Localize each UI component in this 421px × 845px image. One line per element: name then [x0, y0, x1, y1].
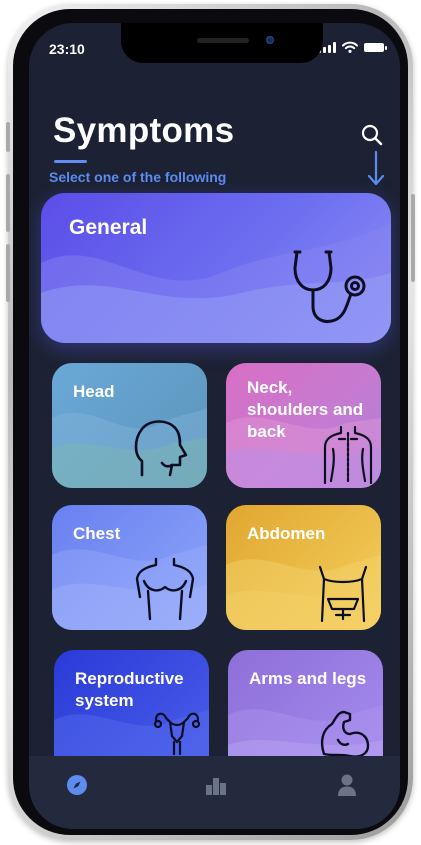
profile-icon [338, 774, 356, 796]
camera [266, 36, 274, 44]
phone-frame: 23:10 Symptoms Select one of the followi… [6, 4, 415, 840]
back-icon [323, 425, 373, 485]
category-label: Chest [73, 524, 121, 543]
power-button [411, 194, 415, 282]
abdomen-icon [318, 565, 368, 623]
category-card-neck-shoulders-back[interactable]: Neck, shoulders and back [226, 363, 381, 488]
chest-icon [135, 557, 195, 621]
category-card-head[interactable]: Head [52, 363, 207, 488]
title-underline [54, 160, 87, 163]
stethoscope-icon [293, 250, 366, 323]
flexed-arm-icon [320, 710, 370, 758]
speaker [197, 38, 249, 43]
category-label: General [69, 216, 148, 239]
tab-profile[interactable] [332, 770, 362, 800]
page-subtitle: Select one of the following [49, 169, 227, 185]
category-label: Head [73, 382, 115, 401]
status-time: 23:10 [49, 41, 85, 57]
volume-down-button [6, 244, 10, 302]
arrow-down-icon [367, 150, 385, 186]
app-screen: 23:10 Symptoms Select one of the followi… [29, 23, 400, 829]
head-profile-icon [134, 420, 188, 477]
category-label: Arms and legs [249, 669, 367, 688]
mute-switch [6, 122, 10, 152]
category-label: Abdomen [247, 524, 326, 543]
bar-chart-icon [206, 778, 226, 795]
status-icons [318, 41, 387, 53]
volume-up-button [6, 174, 10, 232]
battery-icon [364, 42, 387, 52]
search-icon[interactable] [360, 123, 384, 147]
uterus-icon [153, 712, 201, 756]
category-card-chest[interactable]: Chest [52, 505, 207, 630]
category-card-abdomen[interactable]: Abdomen [226, 505, 381, 630]
compass-icon [67, 775, 87, 795]
notch [121, 23, 323, 63]
tab-statistics[interactable] [201, 770, 231, 800]
page-title: Symptoms [53, 111, 235, 150]
category-card-general[interactable]: General [41, 193, 391, 343]
tab-bar [29, 756, 400, 829]
tab-explore[interactable] [62, 770, 92, 800]
wifi-icon [342, 41, 358, 53]
